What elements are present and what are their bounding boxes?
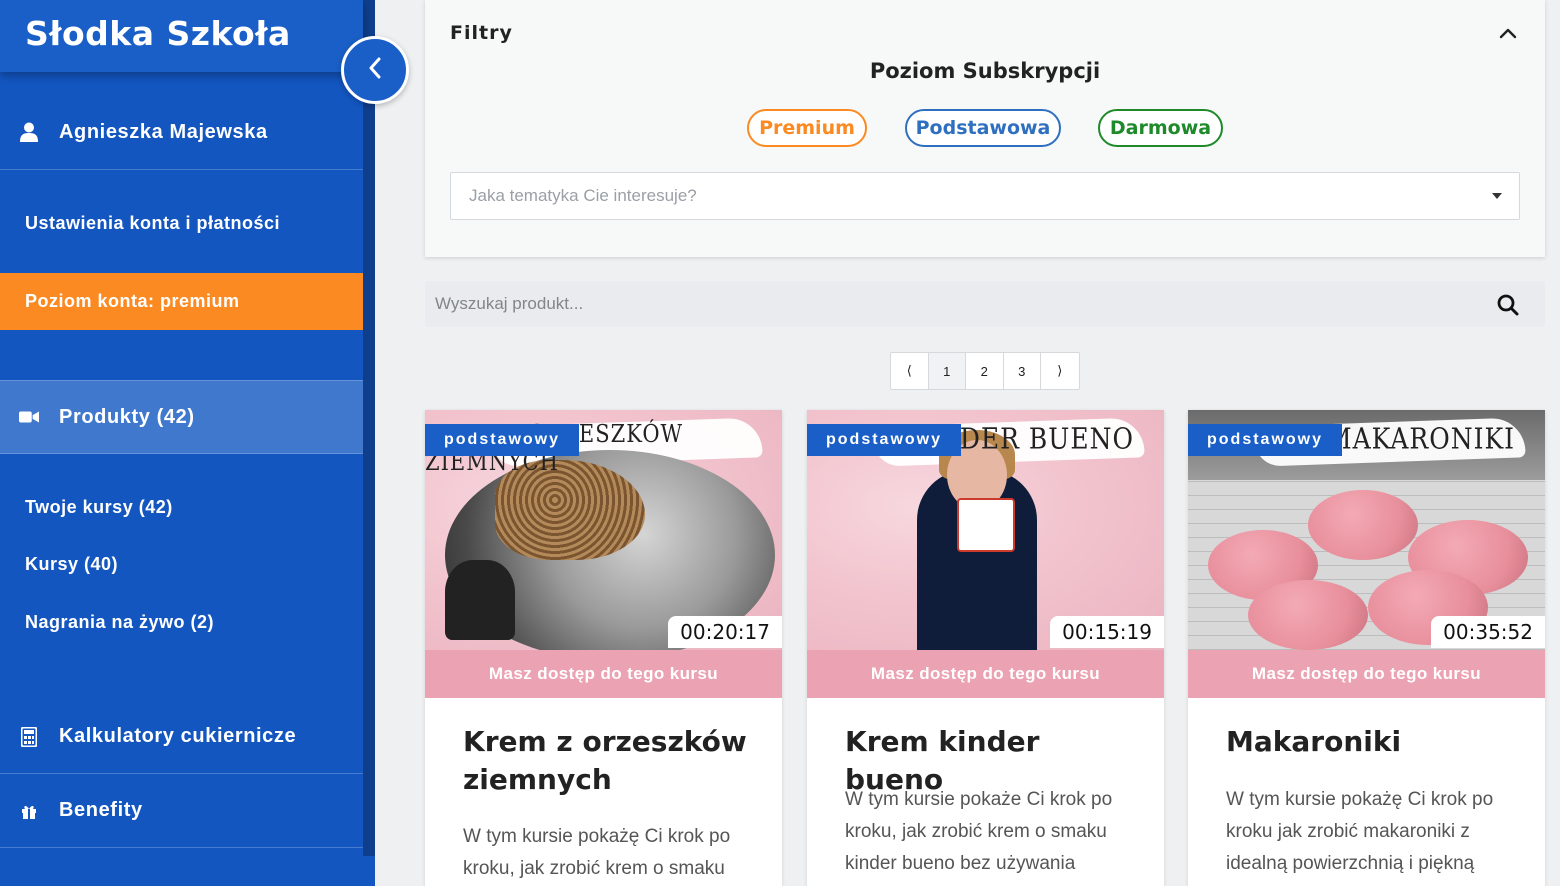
sidebar-collapse-button[interactable] [341,36,409,104]
video-camera-icon [19,407,39,427]
topic-select[interactable]: Jaka tematyka Cie interesuje? [450,172,1520,220]
filter-basic-button[interactable]: Podstawowa [905,109,1061,147]
pagination-page-3[interactable]: 3 [1004,353,1041,389]
pagination-page-2[interactable]: 2 [966,353,1004,389]
course-description: W tym kursie pokażę Ci krok po kroku jak… [1226,789,1494,874]
benefits-label: Benefity [59,799,143,821]
course-title[interactable]: Makaroniki [1226,723,1516,761]
filter-premium-button[interactable]: Premium [747,109,867,147]
sidebar: Słodka Szkoła Agnieszka Majewska Ustawie… [0,0,375,886]
sidebar-item-products[interactable]: Produkty (42) [0,380,363,454]
sidebar-item-your-courses[interactable]: Twoje kursy (42) [25,497,173,518]
search-bar [425,281,1545,327]
course-card[interactable]: KREM KINDER BUENO podstawowy 00:15:19 Ma… [807,410,1164,886]
pagination-page-1[interactable]: 1 [928,353,966,389]
user-icon [19,122,39,142]
filter-free-button[interactable]: Darmowa [1098,109,1223,147]
course-title[interactable]: Krem z orzeszków ziemnych [463,723,753,799]
filters-collapse-toggle[interactable] [1497,22,1519,44]
chevron-left-icon [368,57,382,84]
thumbnail-headline: MAKARONIKI [1326,421,1515,456]
calculator-icon [19,726,39,747]
level-badge: podstawowy [425,424,580,456]
chevron-up-icon [1499,28,1517,39]
sidebar-scrollbar[interactable] [363,0,375,856]
sidebar-item-calculators[interactable]: Kalkulatory cukiernicze [0,700,363,774]
access-banner: Masz dostęp do tego kursu [807,650,1164,698]
topic-select-placeholder: Jaka tematyka Cie interesuje? [469,186,697,205]
sidebar-item-benefits[interactable]: Benefity [0,774,363,848]
course-thumbnail[interactable]: KREM Z ORZESZKÓW ZIEMNYCH podstawowy 00:… [425,410,782,650]
search-input[interactable] [425,281,1485,327]
subscription-level-title: Poziom Subskrypcji [869,59,1101,83]
caret-down-icon [1492,193,1502,199]
account-level-label: Poziom konta: premium [25,291,240,311]
search-button[interactable] [1497,294,1519,316]
brand-title[interactable]: Słodka Szkoła [25,14,291,53]
duration-label: 00:20:17 [668,616,782,648]
sidebar-item-account-level[interactable]: Poziom konta: premium [0,273,363,330]
sidebar-item-live-recordings[interactable]: Nagrania na żywo (2) [25,612,214,633]
user-name: Agnieszka Majewska [59,120,268,143]
access-banner: Masz dostęp do tego kursu [425,650,782,698]
course-thumbnail[interactable]: MAKARONIKI podstawowy 00:35:52 [1188,410,1545,650]
filters-panel: Filtry Poziom Subskrypcji Premium Podsta… [425,0,1545,257]
sidebar-item-account-settings[interactable]: Ustawienia konta i płatności [25,213,280,234]
calculators-label: Kalkulatory cukiernicze [59,725,297,747]
level-badge: podstawowy [1188,424,1343,456]
access-banner: Masz dostęp do tego kursu [1188,650,1545,698]
pagination-prev[interactable]: ⟨ [891,353,929,389]
duration-label: 00:35:52 [1431,616,1545,648]
sidebar-user[interactable]: Agnieszka Majewska [0,95,363,170]
course-card[interactable]: KREM Z ORZESZKÓW ZIEMNYCH podstawowy 00:… [425,410,782,886]
duration-label: 00:15:19 [1050,616,1164,648]
course-description: W tym kursie pokażę Ci krok po kroku, ja… [463,826,731,879]
filters-title: Filtry [450,22,513,44]
pagination-next[interactable]: ⟩ [1041,353,1079,389]
course-card[interactable]: MAKARONIKI podstawowy 00:35:52 Masz dost… [1188,410,1545,886]
sidebar-item-courses[interactable]: Kursy (40) [25,554,118,575]
course-description: W tym kursie pokaże Ci krok po kroku, ja… [845,789,1113,874]
course-thumbnail[interactable]: KREM KINDER BUENO podstawowy 00:15:19 [807,410,1164,650]
gift-icon [19,801,39,821]
brand-header: Słodka Szkoła [0,0,363,72]
pagination: ⟨ 1 2 3 ⟩ [890,352,1080,390]
products-label: Produkty (42) [59,405,195,428]
search-icon [1497,294,1519,316]
level-badge: podstawowy [807,424,962,456]
